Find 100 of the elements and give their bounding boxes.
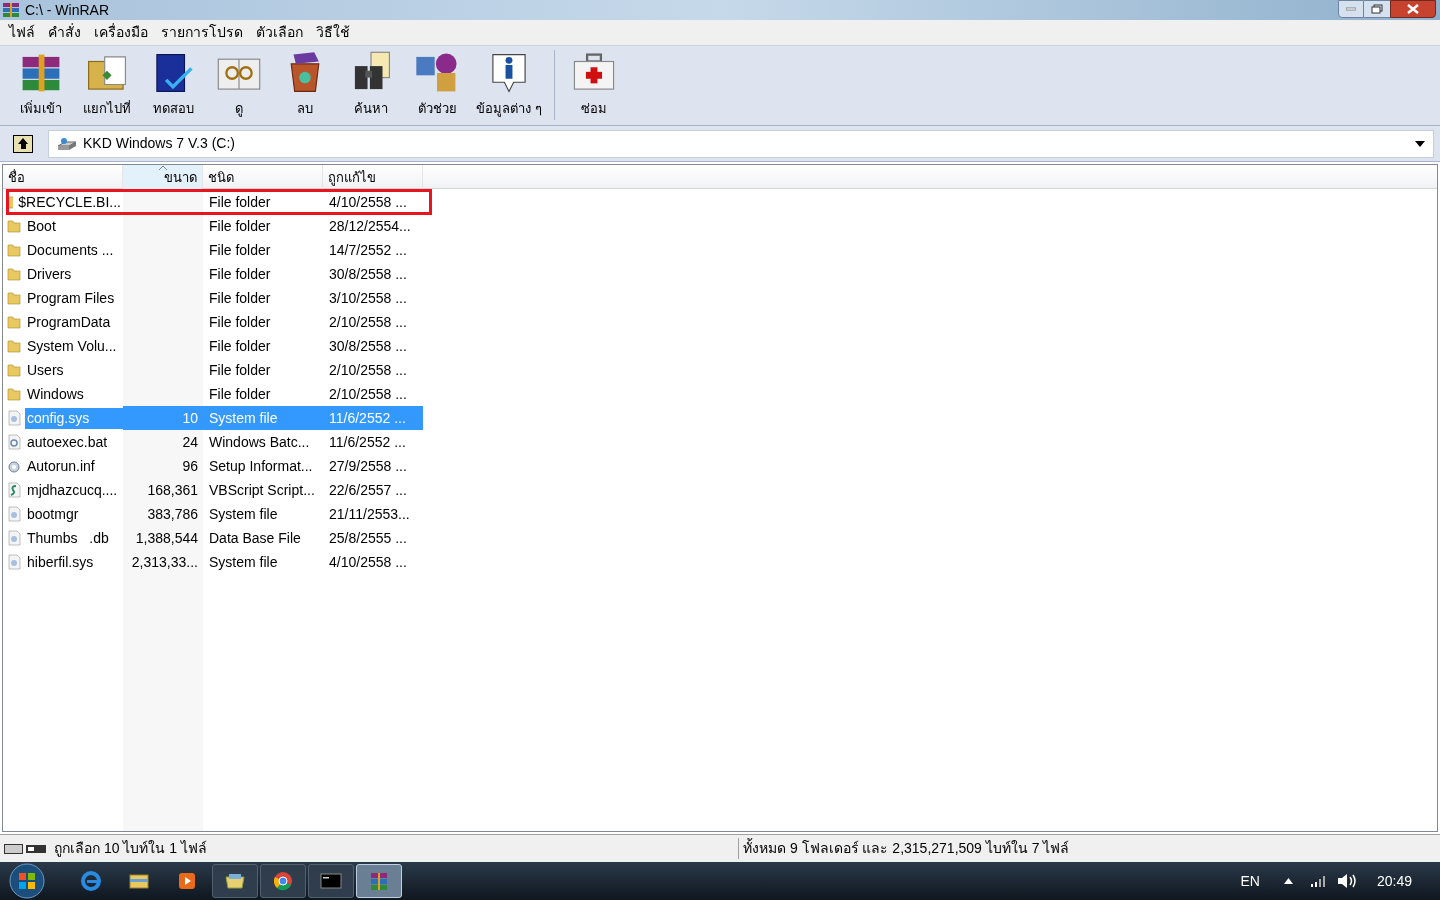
toolbar-button[interactable]: ตัวช่วย (404, 50, 470, 119)
menu-item[interactable]: ตัวเลือก (256, 22, 303, 43)
table-cell: 383,786 (147, 505, 198, 522)
table-cell: 2/10/2558 ... (329, 313, 407, 330)
system-file-icon (6, 410, 22, 426)
folder-icon (6, 338, 22, 354)
table-cell: Data Base File (209, 529, 301, 546)
table-cell: 4/10/2558 ... (329, 553, 407, 570)
file-name[interactable]: Users (25, 359, 123, 381)
folder-icon (6, 194, 14, 210)
toolbar-button[interactable]: ค้นหา (338, 50, 404, 119)
table-cell: File folder (209, 361, 271, 378)
table-cell: System file (209, 409, 278, 426)
minimize-icon (1346, 7, 1356, 11)
toolbar-button[interactable]: เพิ่มเข้า (8, 50, 74, 119)
table-cell: File folder (209, 337, 271, 354)
minimize-button[interactable] (1338, 0, 1364, 18)
table-cell: File folder (209, 193, 271, 210)
script-file-icon (6, 482, 22, 498)
table-cell: 3/10/2558 ... (329, 289, 407, 306)
system-file-icon (6, 506, 22, 522)
table-cell: VBScript Script... (209, 481, 315, 498)
taskbar-button[interactable] (212, 864, 258, 898)
table-cell: System file (209, 505, 278, 522)
table-cell: 2/10/2558 ... (329, 385, 407, 402)
file-name[interactable]: System Volu... (25, 335, 123, 357)
signal-icon[interactable] (1310, 875, 1327, 887)
gear-file-icon (6, 434, 22, 450)
table-cell: 11/6/2552 ... (329, 433, 406, 450)
table-cell: File folder (209, 265, 271, 282)
table-cell: 22/6/2557 ... (329, 481, 407, 498)
table-cell: 30/8/2558 ... (329, 337, 407, 354)
file-name[interactable]: hiberfil.sys (25, 551, 123, 573)
folder-icon (6, 386, 22, 402)
close-button[interactable] (1390, 0, 1436, 18)
close-icon (1407, 4, 1419, 14)
table-cell: Windows Batc... (209, 433, 310, 450)
table-cell: File folder (209, 385, 271, 402)
books-icon (2, 1, 20, 19)
file-name[interactable]: $RECYCLE.BI... (16, 191, 123, 213)
system-file-icon (6, 554, 22, 570)
table-cell: File folder (209, 217, 271, 234)
toolbar-button[interactable]: ทดสอบ (140, 50, 206, 119)
menu-item[interactable]: เครื่องมือ (94, 22, 148, 43)
file-name[interactable]: Program Files (25, 287, 123, 309)
restore-icon (1371, 4, 1383, 14)
address-text: KKD Windows 7 V.3 (C:) (83, 134, 236, 153)
show-hidden-icons-icon[interactable] (1283, 878, 1293, 884)
file-name[interactable]: Thumbs .db (25, 527, 123, 549)
drive-status-icon (4, 842, 46, 855)
folder-icon (6, 362, 22, 378)
gear-icon (6, 458, 22, 474)
table-cell: 2/10/2558 ... (329, 361, 407, 378)
maximize-button[interactable] (1364, 0, 1390, 18)
table-cell: File folder (209, 241, 271, 258)
system-file-icon (6, 530, 22, 546)
file-name[interactable]: bootmgr (25, 503, 123, 525)
taskbar-button[interactable] (260, 864, 306, 898)
e-logo-icon (79, 869, 103, 893)
browser-icon (271, 869, 295, 893)
toolbar-button[interactable]: ข้อมูลต่าง ๆ (470, 50, 548, 119)
menu-item[interactable]: รายการโปรด (161, 22, 243, 43)
table-cell: 14/7/2552 ... (329, 241, 407, 258)
drive-icon (57, 136, 77, 151)
table-cell: 1,388,544 (135, 529, 198, 546)
toolbar-button[interactable]: ซ่อม (560, 50, 627, 119)
toolbar-button[interactable]: ลบ (272, 50, 338, 119)
file-name[interactable]: Drivers (25, 263, 123, 285)
table-cell: 4/10/2558 ... (329, 193, 407, 210)
menu-item[interactable]: คำสั่ง (48, 22, 81, 43)
window-title: C:\ - WinRAR (25, 0, 109, 20)
table-cell: 11/6/2552 ... (329, 409, 406, 426)
status-total-text: ทั้งหมด 9 โฟลเดอร์ และ 2,315,271,509 ไบท์ใน 7 ไฟล์ (738, 838, 1070, 859)
toolbar-button[interactable]: แยกไปที่ (74, 50, 140, 119)
volume-icon[interactable] (1336, 873, 1357, 889)
column-header[interactable]: ถูกแก้ไข (323, 165, 423, 189)
column-header[interactable]: ขนาด (123, 165, 203, 189)
start-orb-icon (9, 863, 45, 899)
table-cell: 21/11/2553... (329, 505, 410, 522)
menu-item[interactable]: วิธีใช้ (316, 22, 350, 43)
file-name[interactable]: Windows (25, 383, 123, 405)
language-indicator[interactable]: EN (1240, 870, 1260, 892)
table-cell: 96 (182, 457, 198, 474)
table-cell: 24 (182, 433, 198, 450)
table-cell: 2,313,33... (131, 553, 198, 570)
table-cell: 30/8/2558 ... (329, 265, 407, 282)
file-name[interactable]: mjdhazcucq.... (25, 479, 123, 501)
column-header[interactable]: ชนิด (203, 165, 323, 189)
file-name[interactable]: autoexec.bat (25, 431, 123, 453)
menu-item[interactable]: ไฟล์ (9, 22, 35, 43)
table-cell: 10 (182, 409, 198, 426)
table-cell: 28/12/2554... (329, 217, 411, 234)
clock[interactable]: 20:49 (1376, 870, 1412, 892)
file-name[interactable]: ProgramData (25, 311, 123, 333)
file-name[interactable]: Autorun.inf (25, 455, 123, 477)
address-field[interactable]: KKD Windows 7 V.3 (C:) (48, 129, 1434, 158)
dropdown-caret-icon[interactable] (1415, 140, 1425, 147)
file-name[interactable]: Documents ... (25, 239, 123, 261)
file-name[interactable]: Boot (25, 215, 123, 237)
toolbar-button[interactable]: ดู (206, 50, 272, 119)
